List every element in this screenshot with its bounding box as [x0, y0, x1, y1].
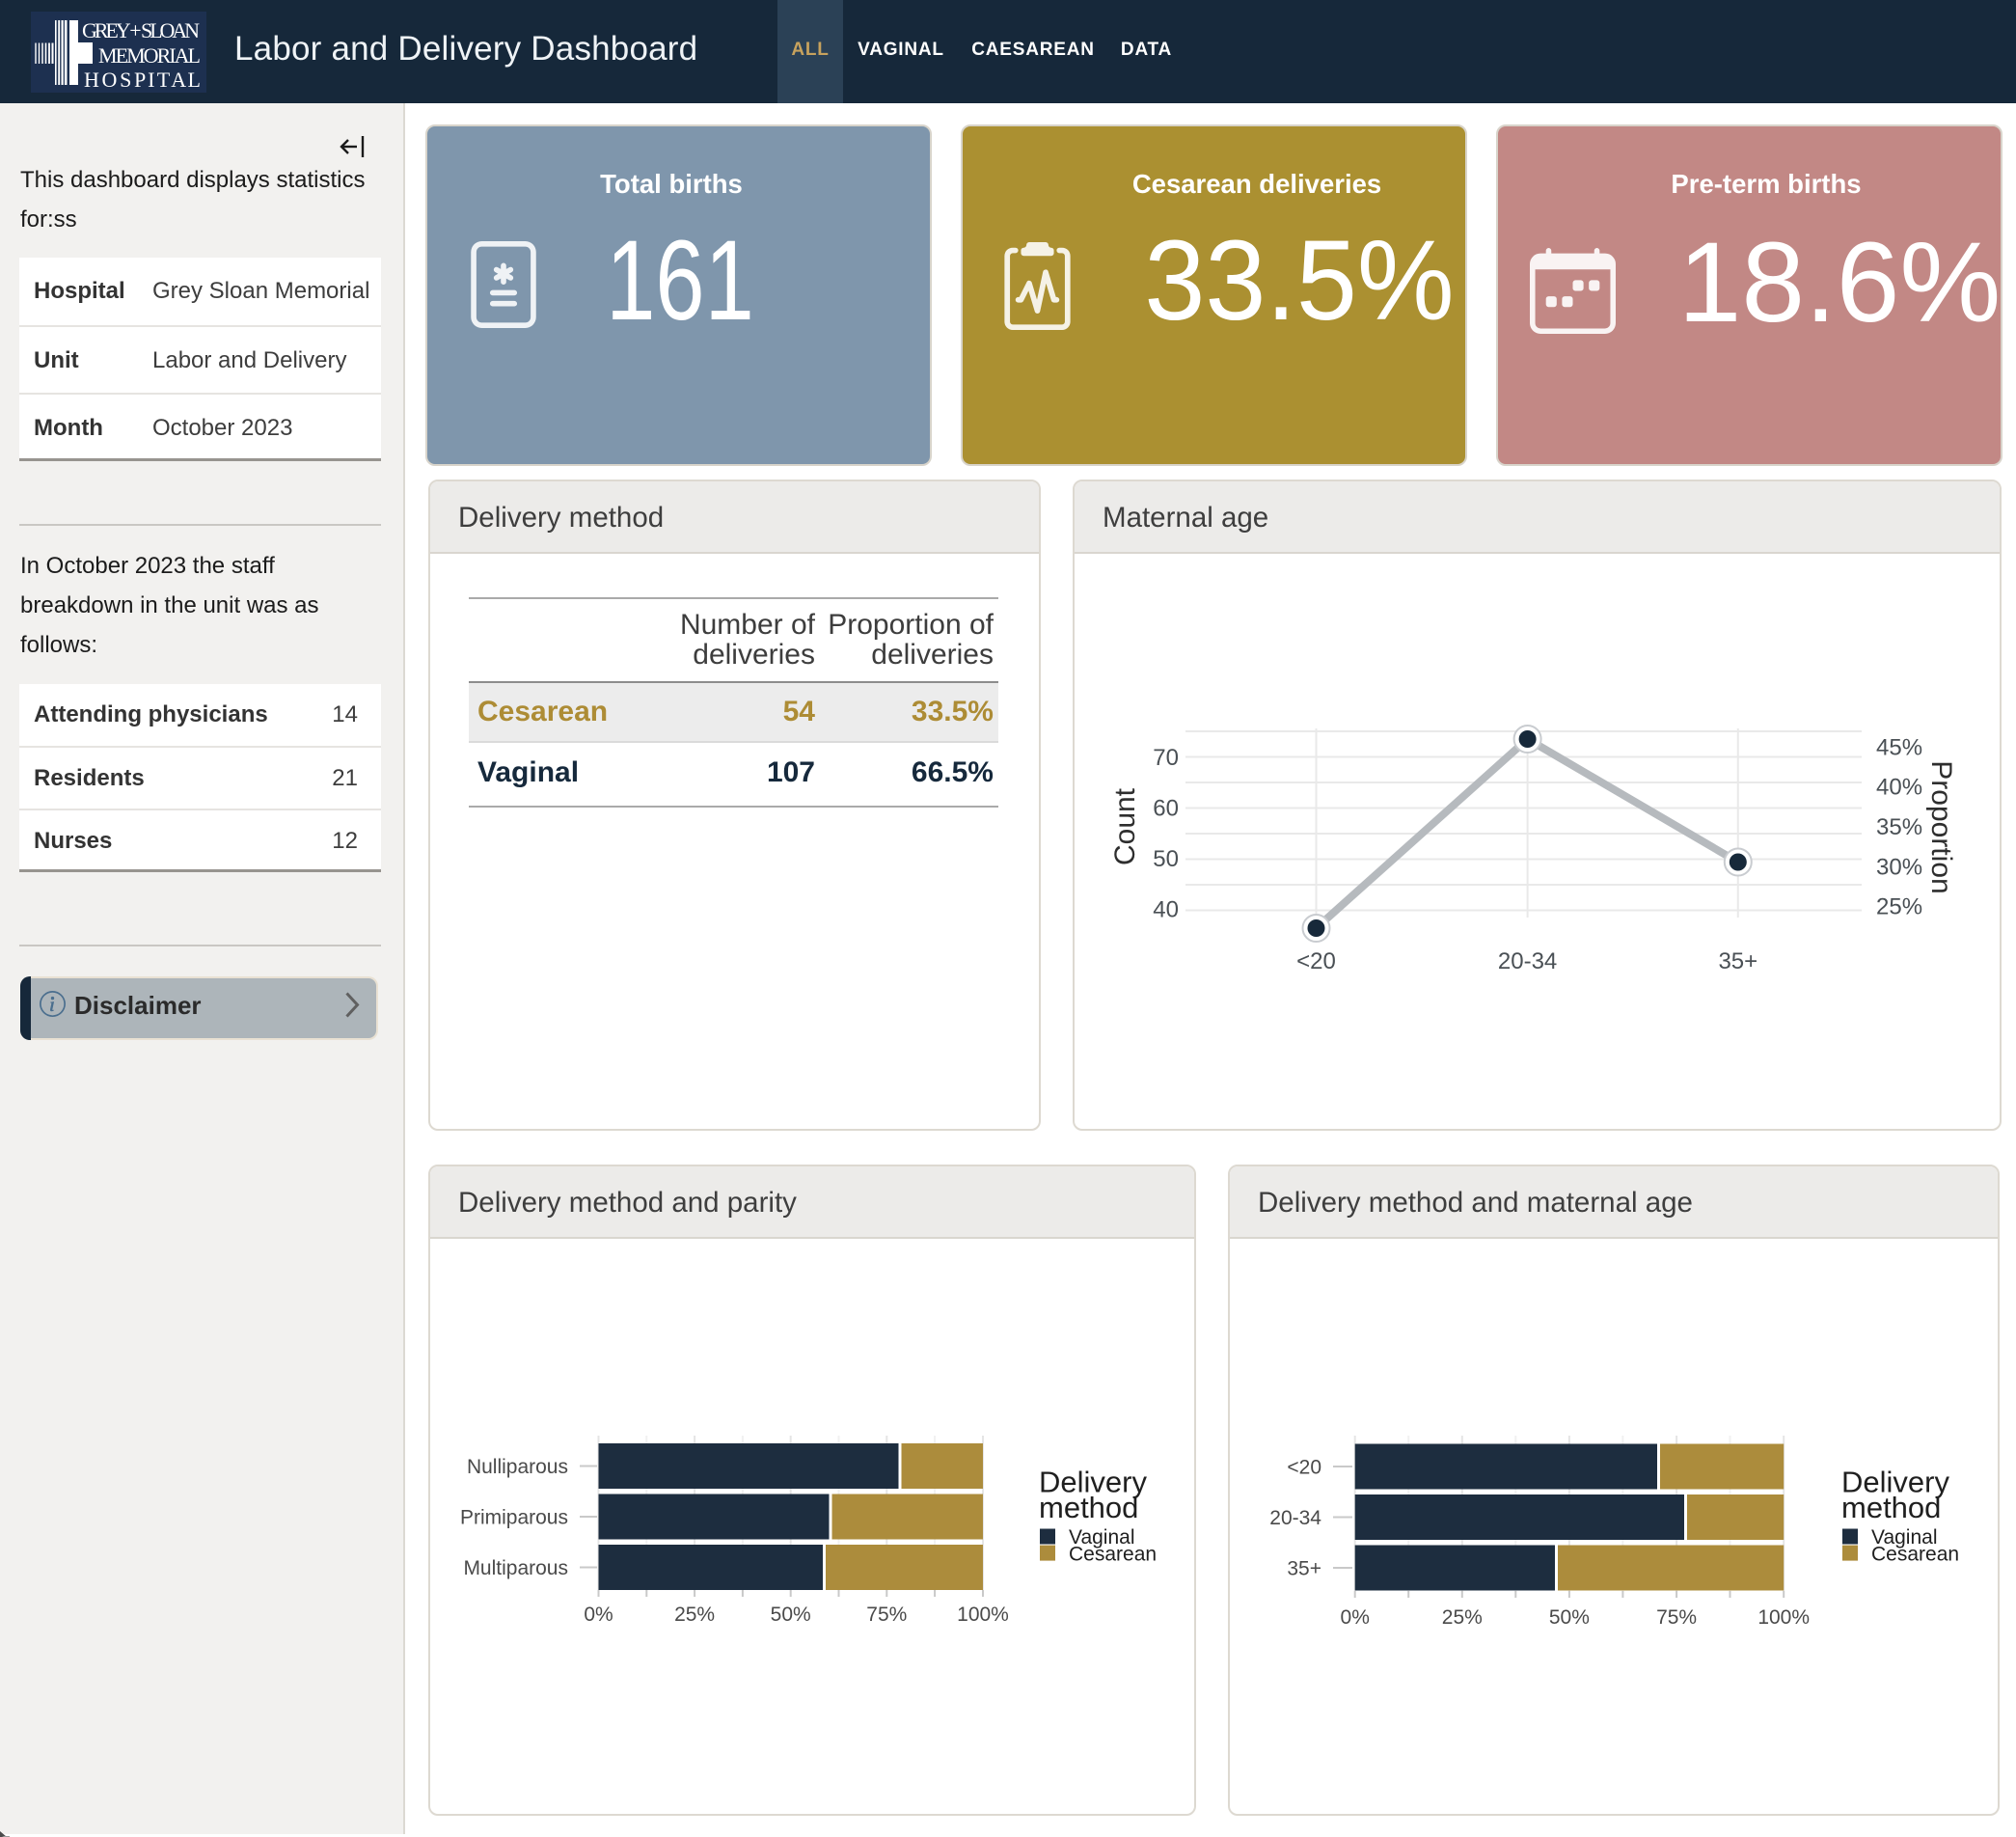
svg-text:50%: 50% — [1549, 1606, 1590, 1629]
svg-text:50: 50 — [1153, 846, 1179, 872]
svg-text:100%: 100% — [957, 1604, 1009, 1626]
svg-text:40%: 40% — [1876, 775, 1922, 801]
svg-text:Multiparous: Multiparous — [463, 1557, 568, 1579]
svg-text:100%: 100% — [1757, 1606, 1810, 1629]
svg-text:Cesarean: Cesarean — [1871, 1543, 1959, 1565]
svg-text:25%: 25% — [674, 1604, 715, 1626]
svg-text:Nulliparous: Nulliparous — [467, 1456, 568, 1478]
svg-text:30%: 30% — [1876, 854, 1922, 880]
svg-text:35+: 35+ — [1718, 948, 1757, 974]
svg-text:60: 60 — [1153, 796, 1179, 822]
svg-text:Cesarean: Cesarean — [1069, 1543, 1157, 1565]
svg-text:Primiparous: Primiparous — [460, 1507, 568, 1529]
svg-text:20-34: 20-34 — [1498, 948, 1557, 974]
svg-text:75%: 75% — [866, 1604, 907, 1626]
svg-text:50%: 50% — [771, 1604, 811, 1626]
svg-text:H O S P I T A L: H O S P I T A L — [84, 68, 201, 92]
svg-text:25%: 25% — [1876, 894, 1922, 920]
svg-text:20-34: 20-34 — [1269, 1507, 1321, 1529]
svg-text:MEMORIAL: MEMORIAL — [98, 43, 201, 68]
svg-text:75%: 75% — [1656, 1606, 1697, 1629]
svg-text:35+: 35+ — [1287, 1558, 1321, 1580]
svg-text:0%: 0% — [584, 1604, 613, 1626]
svg-text:GREY + SLOAN: GREY + SLOAN — [82, 18, 200, 42]
svg-text:45%: 45% — [1876, 734, 1922, 760]
svg-text:<20: <20 — [1287, 1457, 1321, 1479]
svg-text:70: 70 — [1153, 745, 1179, 771]
svg-text:method: method — [1841, 1491, 1941, 1524]
svg-text:35%: 35% — [1876, 814, 1922, 840]
svg-text:40: 40 — [1153, 897, 1179, 923]
svg-text:0%: 0% — [1341, 1606, 1370, 1629]
svg-text:<20: <20 — [1296, 948, 1336, 974]
svg-text:method: method — [1039, 1491, 1138, 1524]
svg-text:25%: 25% — [1442, 1606, 1483, 1629]
svg-text:Proportion: Proportion — [1925, 760, 1957, 893]
svg-text:Count: Count — [1109, 787, 1141, 865]
